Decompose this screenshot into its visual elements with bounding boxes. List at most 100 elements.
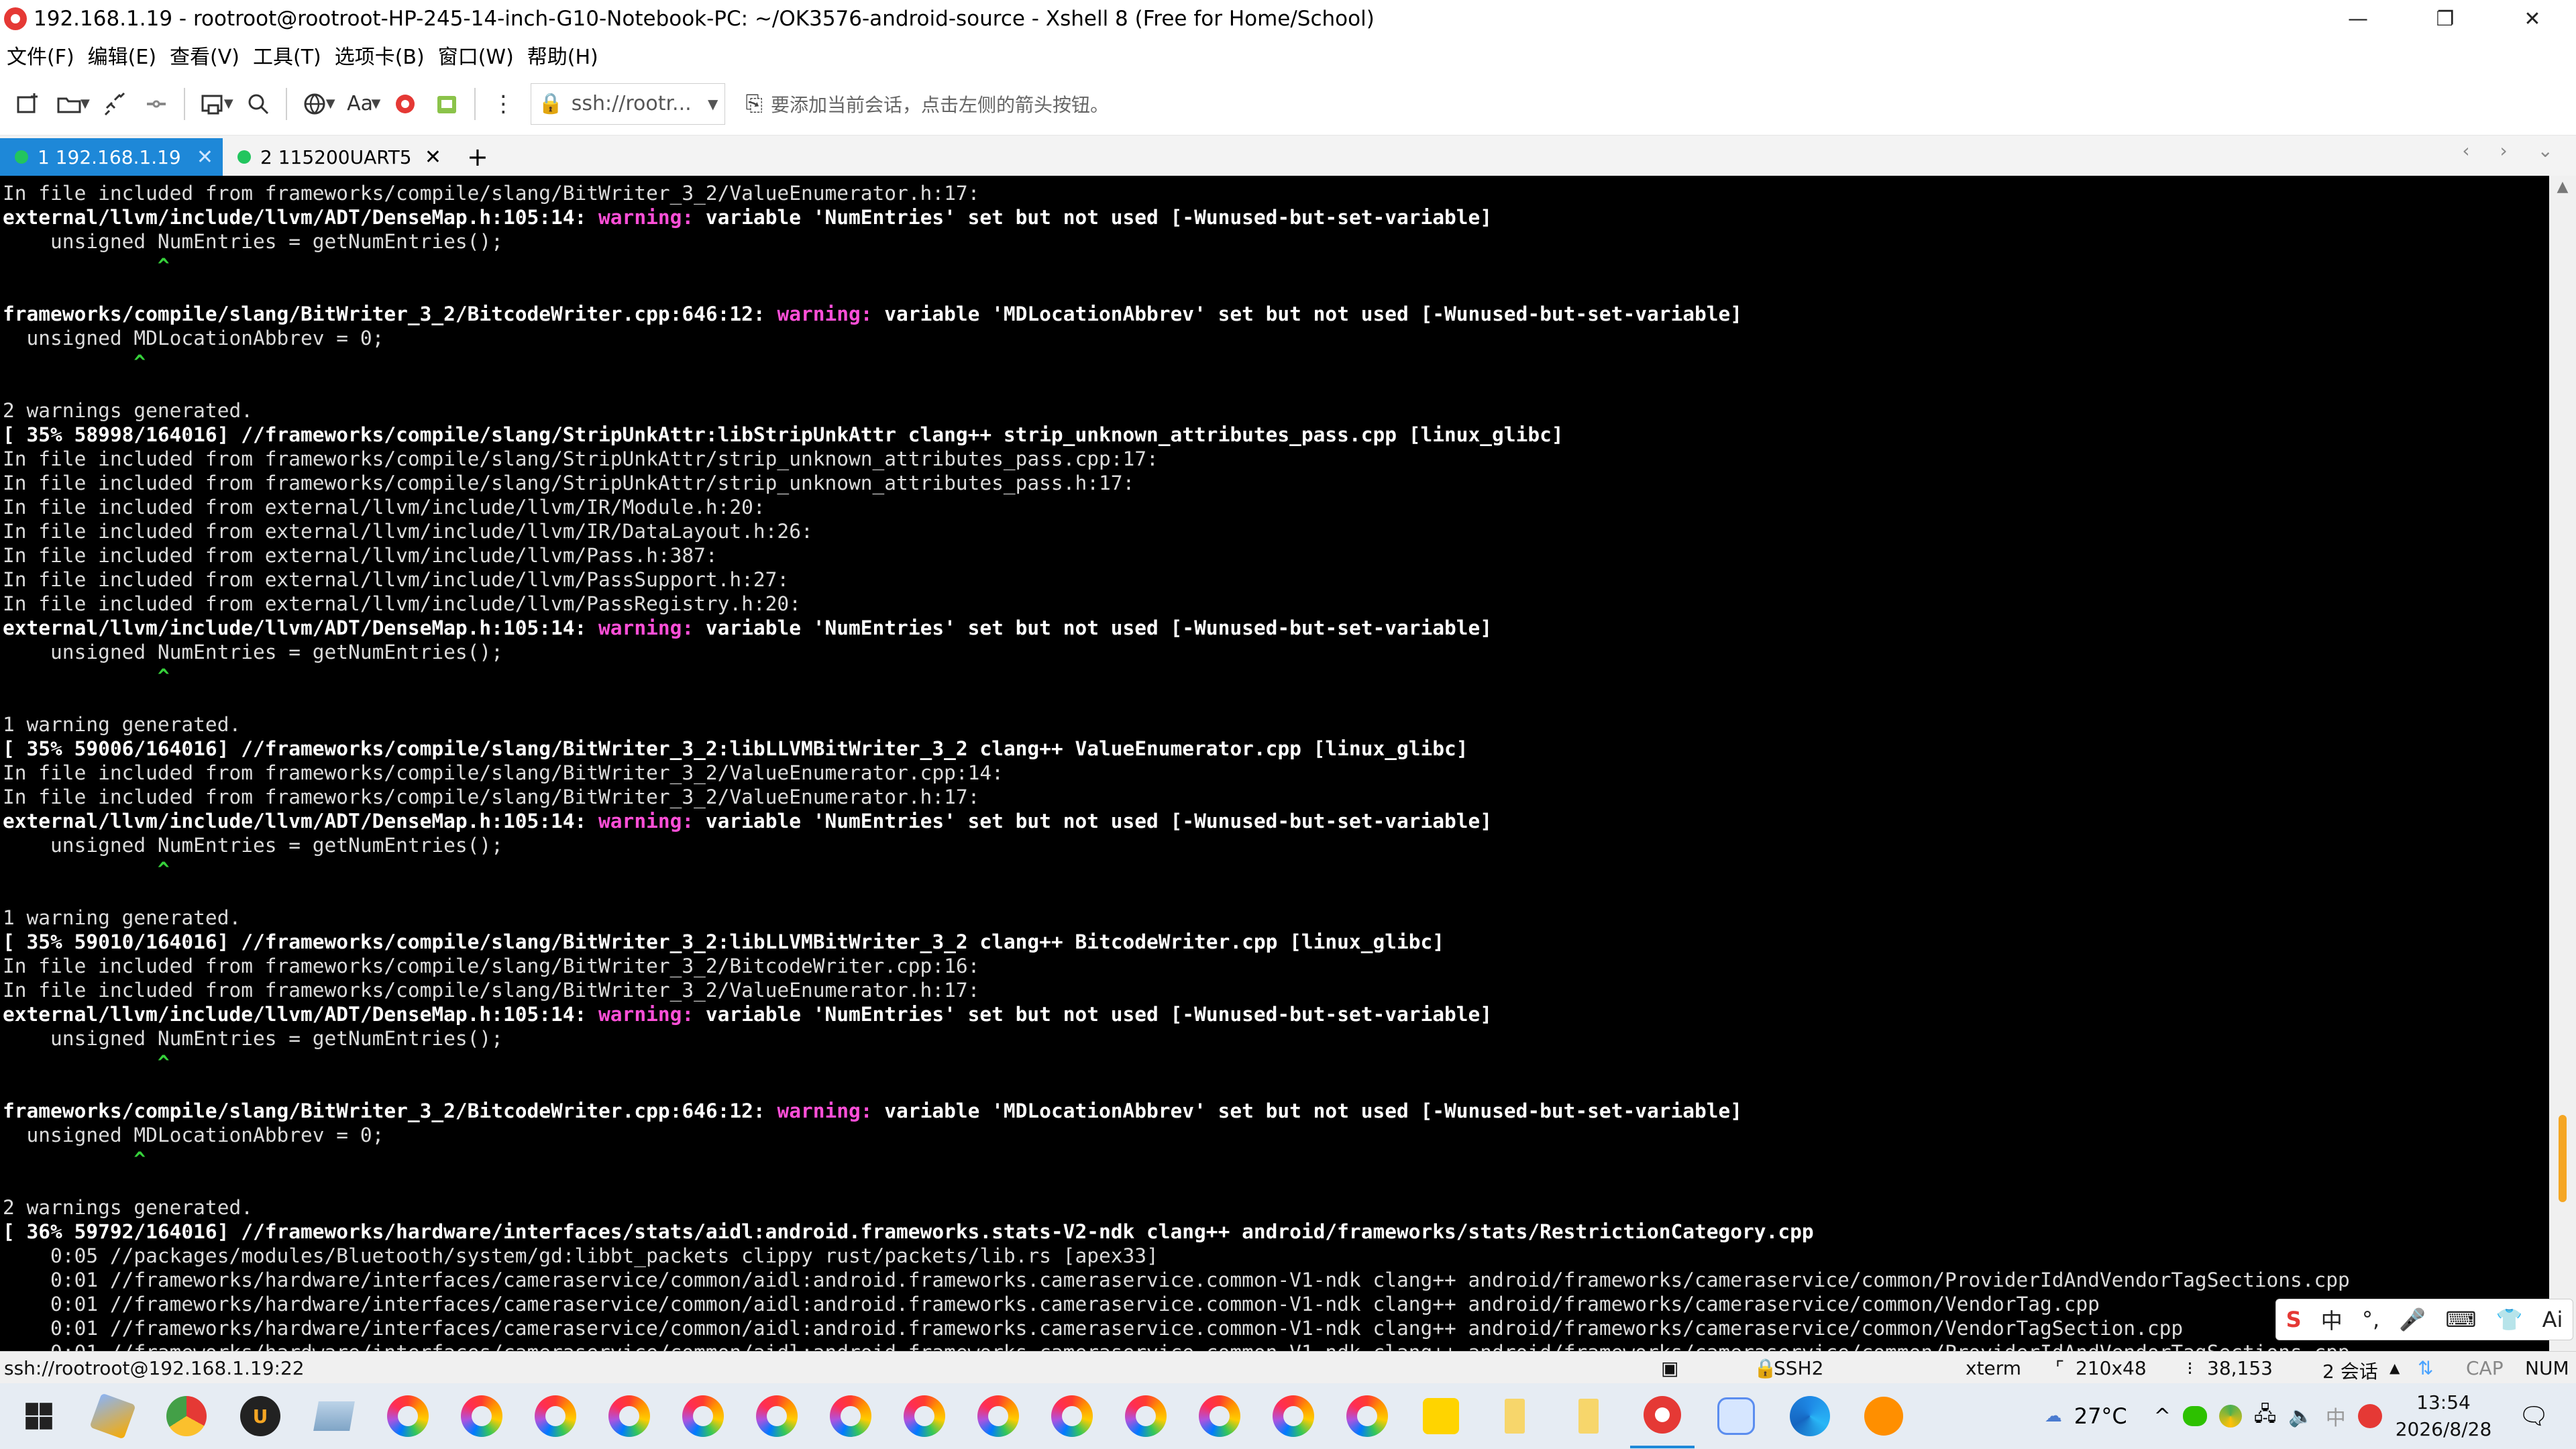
window-title: 192.168.1.19 - rootroot@rootroot-HP-245-… [34, 7, 1375, 31]
xshell-taskbar-icon[interactable] [1630, 1384, 1695, 1448]
chevron-down-icon[interactable]: ▼ [326, 97, 335, 111]
browser-icon[interactable] [597, 1384, 661, 1448]
chinese-mode-icon[interactable]: 中 [2321, 1304, 2343, 1335]
sogou-ime-icon[interactable] [2357, 1404, 2382, 1428]
scrollbar-thumb[interactable] [2559, 1115, 2567, 1202]
add-tab-button[interactable]: + [467, 138, 488, 176]
drive-app-icon[interactable] [302, 1384, 366, 1448]
terminal-line: external/llvm/include/llvm/ADT/DenseMap.… [0, 1002, 2549, 1026]
browser-icon[interactable] [1335, 1384, 1399, 1448]
browser-icon[interactable] [892, 1384, 957, 1448]
xftp-icon[interactable] [384, 83, 426, 125]
ime-language[interactable]: 中 [2326, 1401, 2346, 1431]
terminal-text: 2 warnings generated. [3, 399, 253, 422]
skin-icon[interactable]: 👕 [2496, 1307, 2523, 1332]
menu-edit[interactable]: 编辑(E) [81, 40, 163, 70]
browser-icon[interactable] [523, 1384, 588, 1448]
new-session-icon[interactable] [7, 83, 48, 125]
notification-icon[interactable]: 🗨 [2518, 1402, 2549, 1430]
tab-session-2[interactable]: 2 115200UART5 ✕ [223, 138, 451, 176]
terminal-text: variable 'NumEntries' set but not used [… [694, 1003, 1493, 1026]
close-button[interactable]: ✕ [2489, 0, 2576, 38]
disconnect-icon[interactable] [136, 83, 177, 125]
warning-label: warning: [598, 206, 694, 229]
chevron-up-icon[interactable]: ^ [2154, 1405, 2171, 1428]
network-app-icon[interactable] [1704, 1384, 1768, 1448]
close-tab-icon[interactable]: ✕ [425, 146, 441, 169]
status-cap: CAP [2466, 1357, 2504, 1379]
maximize-button[interactable]: ❐ [2402, 0, 2489, 38]
menu-file[interactable]: 文件(F) [0, 40, 81, 70]
minimize-button[interactable]: — [2314, 0, 2402, 38]
clipboard-icon[interactable]: ▣ [1661, 1357, 1678, 1379]
add-session-icon[interactable]: ⎘ [745, 91, 763, 117]
media-player-icon[interactable] [1409, 1384, 1473, 1448]
search-icon[interactable] [237, 83, 279, 125]
sogou-logo-icon[interactable]: S [2286, 1307, 2302, 1332]
terminal-text: ^ [3, 665, 170, 688]
tab-session-1[interactable]: 1 192.168.1.19 ✕ [0, 138, 223, 176]
chrome-like-app-icon[interactable] [154, 1384, 219, 1448]
browser-icon[interactable] [1114, 1384, 1178, 1448]
terminal-line: unsigned NumEntries = getNumEntries(); [0, 640, 2549, 664]
windows-start-icon[interactable] [7, 1384, 71, 1448]
terminal-text: variable 'NumEntries' set but not used [… [694, 616, 1493, 639]
wechat-icon[interactable] [2182, 1406, 2207, 1426]
terminal-line: 0:01 //frameworks/hardware/interfaces/ca… [0, 1316, 2549, 1340]
menu-window[interactable]: 窗口(W) [431, 40, 521, 70]
transfer-arrows-icon: ⇅ [2418, 1357, 2434, 1379]
edge-browser-icon[interactable] [1778, 1384, 1842, 1448]
menu-view[interactable]: 查看(V) [163, 40, 246, 70]
terminal-output[interactable]: In file included from frameworks/compile… [0, 176, 2549, 1351]
xftp-transfer-icon[interactable] [426, 83, 468, 125]
ime-toolbar[interactable]: S 中 °, 🎤 ⌨ 👕 Ai [2275, 1299, 2573, 1340]
tools-app-icon[interactable] [80, 1384, 145, 1448]
chevron-up-icon[interactable]: ▲ [2390, 1360, 2400, 1376]
browser-icon[interactable] [966, 1384, 1030, 1448]
browser-icon[interactable] [745, 1384, 809, 1448]
chevron-down-icon[interactable]: ▼ [80, 97, 90, 111]
terminal-text: ^ [3, 1051, 170, 1074]
browser-icon[interactable] [1040, 1384, 1104, 1448]
close-tab-icon[interactable]: ✕ [197, 146, 213, 169]
chevron-down-icon[interactable]: ▼ [224, 97, 233, 111]
terminal-text: In file included from frameworks/compile… [3, 182, 980, 205]
xshell-app-icon[interactable] [4, 7, 27, 30]
menu-tools[interactable]: 工具(T) [246, 40, 328, 70]
reconnect-icon[interactable] [94, 83, 136, 125]
chevron-down-icon[interactable]: ▼ [372, 97, 381, 111]
terminal-scrollbar[interactable]: ▲ [2549, 176, 2576, 1351]
browser-icon[interactable] [1187, 1384, 1252, 1448]
menu-tab[interactable]: 选项卡(B) [328, 40, 431, 70]
status-bar: ssh://rootroot@192.168.1.19:22 ▣ 🔒 SSH2 … [0, 1351, 2576, 1383]
status-sessions[interactable]: 2 会话 [2322, 1357, 2378, 1384]
browser-icon[interactable] [376, 1384, 440, 1448]
browser-icon[interactable] [449, 1384, 514, 1448]
punctuation-icon[interactable]: °, [2362, 1307, 2379, 1332]
temperature[interactable]: 27°C [2074, 1403, 2127, 1429]
network-icon[interactable]: 🖧 [2254, 1399, 2276, 1434]
microphone-icon[interactable]: 🎤 [2399, 1307, 2426, 1332]
terminal-line: unsigned NumEntries = getNumEntries(); [0, 833, 2549, 857]
weather-icon[interactable]: ☁ [2045, 1406, 2062, 1426]
ai-icon[interactable]: Ai [2542, 1307, 2563, 1332]
app-orange-icon[interactable] [1851, 1384, 1916, 1448]
uefi-tool-icon[interactable]: U [228, 1384, 292, 1448]
menu-help[interactable]: 帮助(H) [521, 40, 605, 70]
keyboard-icon[interactable]: ⌨ [2445, 1307, 2476, 1332]
folder-icon[interactable] [1556, 1384, 1621, 1448]
terminal-line: In file included from external/llvm/incl… [0, 568, 2549, 592]
chevron-down-icon[interactable]: ▼ [708, 96, 718, 112]
browser-icon[interactable] [818, 1384, 883, 1448]
browser-icon[interactable] [1261, 1384, 1326, 1448]
browser-icon[interactable] [671, 1384, 735, 1448]
more-options-icon[interactable]: ⋮ [482, 83, 524, 125]
folder-icon[interactable] [1483, 1384, 1547, 1448]
tab-navigation[interactable]: ‹ › ⌄ [2462, 140, 2565, 162]
session-address-box[interactable]: 🔒 ssh://rootr... ▼ [531, 83, 726, 125]
scroll-up-icon[interactable]: ▲ [2549, 178, 2576, 195]
speaker-icon[interactable]: 🔈 [2288, 1405, 2313, 1428]
clock[interactable]: 13:54 2026/8/28 [2396, 1389, 2492, 1443]
sync-icon[interactable] [2218, 1405, 2242, 1428]
